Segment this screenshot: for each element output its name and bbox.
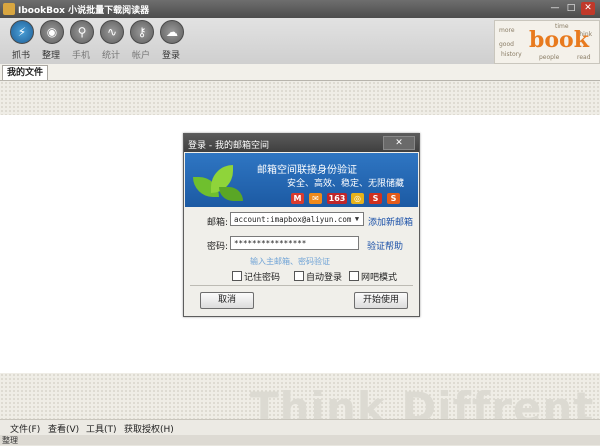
login-dialog: 登录 - 我的邮箱空间 ✕ 邮箱空间联接身份验证 安全、高效、稳定、无限储藏 M… [183,133,420,317]
cancel-button[interactable]: 取消 [200,292,254,309]
password-input[interactable]: **************** [230,236,359,250]
dialog-title-bar: 登录 - 我的邮箱空间 ✕ [184,134,419,152]
tab-my-files[interactable]: 我的文件 [2,65,49,80]
weibo-icon: ◎ [351,193,364,204]
toolbar-label: 统计 [101,51,120,61]
toolbar-phone-button[interactable]: ⚲ 手机 [68,20,94,62]
auto-login-label: 自动登录 [306,273,343,283]
toolbar-login-button[interactable]: ☁ 登录 [158,20,184,62]
email-value: account:imapbox@aliyun.com [234,215,352,224]
banner-subtitle: 安全、高效、稳定、无限储藏 [287,179,405,189]
toolbar-label: 整理 [41,51,60,61]
netbar-mode-label: 网吧模式 [361,273,398,283]
lightning-icon: ⚡ [10,20,34,44]
magnifier-icon: ⚲ [70,20,94,44]
tab-bar: 我的文件 [0,64,600,81]
toolbar-account-button[interactable]: ⚷ 帐户 [128,20,154,62]
logo-tag: more [499,27,515,34]
toolbar-fetch-button[interactable]: ⚡ 抓书 [8,20,34,62]
hint-text: 输入主邮箱、密码验证 [250,257,330,266]
minimize-button[interactable]: — [548,2,562,15]
disc-icon: ◉ [40,20,64,44]
window-title: IbookBox 小说批量下载阅读器 [18,6,150,16]
watermark-text: Think Diffrent [250,383,595,419]
banner-title: 邮箱空间联接身份验证 [257,165,357,176]
status-bar: 整理 [0,435,600,445]
menu-tools[interactable]: 工具(T) [86,422,117,435]
toolbar-label: 帐户 [131,51,150,61]
app-icon [3,3,15,15]
auto-login-checkbox[interactable] [294,271,304,281]
start-button[interactable]: 开始使用 [354,292,408,309]
toolbar-organize-button[interactable]: ◉ 整理 [38,20,64,62]
toolbar-label: 登录 [161,51,180,61]
title-bar: IbookBox 小说批量下载阅读器 — □ ✕ [0,0,600,18]
sohu-icon: S [369,193,382,204]
add-email-link[interactable]: 添加新邮箱 [368,215,413,228]
dialog-close-button[interactable]: ✕ [383,136,415,150]
menu-file[interactable]: 文件(F) [10,422,40,435]
close-button[interactable]: ✕ [581,2,595,15]
email-dropdown[interactable]: account:imapbox@aliyun.com ▼ [230,212,364,226]
password-value: **************** [234,239,307,248]
logo-tag: good [499,41,514,48]
chevron-down-icon: ▼ [354,215,360,223]
dialog-title: 登录 - 我的邮箱空间 [188,141,269,151]
dialog-banner: 邮箱空间联接身份验证 安全、高效、稳定、无限储藏 M ✉ 163 ◎ S S [185,153,418,207]
remember-password-checkbox[interactable] [232,271,242,281]
top-dot-band [0,81,600,115]
maximize-button[interactable]: □ [564,2,578,15]
sina-icon: S [387,193,400,204]
menu-license[interactable]: 获取授权(H) [124,422,174,435]
verify-help-link[interactable]: 验证帮助 [367,239,403,252]
logo-tag: read [577,54,591,61]
toolbar-label: 手机 [71,51,90,61]
key-icon: ⚷ [130,20,154,44]
mail-envelope-icon: ✉ [309,193,322,204]
wave-icon: ∿ [100,20,124,44]
password-label: 密码: [207,242,229,252]
logo-tag: people [539,54,560,61]
mail-163-icon: 163 [327,193,347,204]
menu-bar: 文件(F) 查看(V) 工具(T) 获取授权(H) [0,419,600,435]
toolbar-label: 抓书 [11,51,30,61]
menu-view[interactable]: 查看(V) [48,422,79,435]
leaf-icon [219,187,243,201]
cloud-up-icon: ☁ [160,20,184,44]
logo-word: book [529,27,589,53]
remember-password-label: 记住密码 [244,273,281,283]
logo-tag: history [501,51,522,58]
status-text: 整理 [2,436,18,445]
dialog-separator [190,285,413,286]
toolbar-stats-button[interactable]: ∿ 统计 [98,20,124,62]
gmail-icon: M [291,193,304,204]
netbar-mode-checkbox[interactable] [349,271,359,281]
email-label: 邮箱: [207,218,229,228]
book-logo: more time good history think people read… [494,20,600,64]
